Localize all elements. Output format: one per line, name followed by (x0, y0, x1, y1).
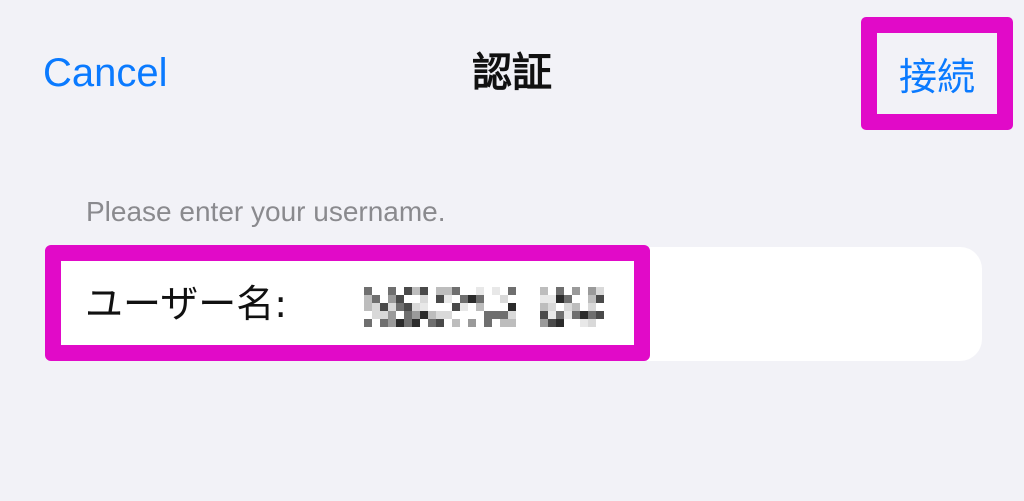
cancel-button[interactable]: Cancel (43, 48, 168, 98)
page-title: 認証 (472, 50, 552, 96)
username-field-highlight (45, 245, 650, 361)
auth-sheet: Cancel 認証 接続 Please enter your username.… (0, 0, 1024, 501)
section-header: Please enter your username. (86, 196, 446, 227)
connect-button[interactable]: 接続 (877, 33, 997, 114)
